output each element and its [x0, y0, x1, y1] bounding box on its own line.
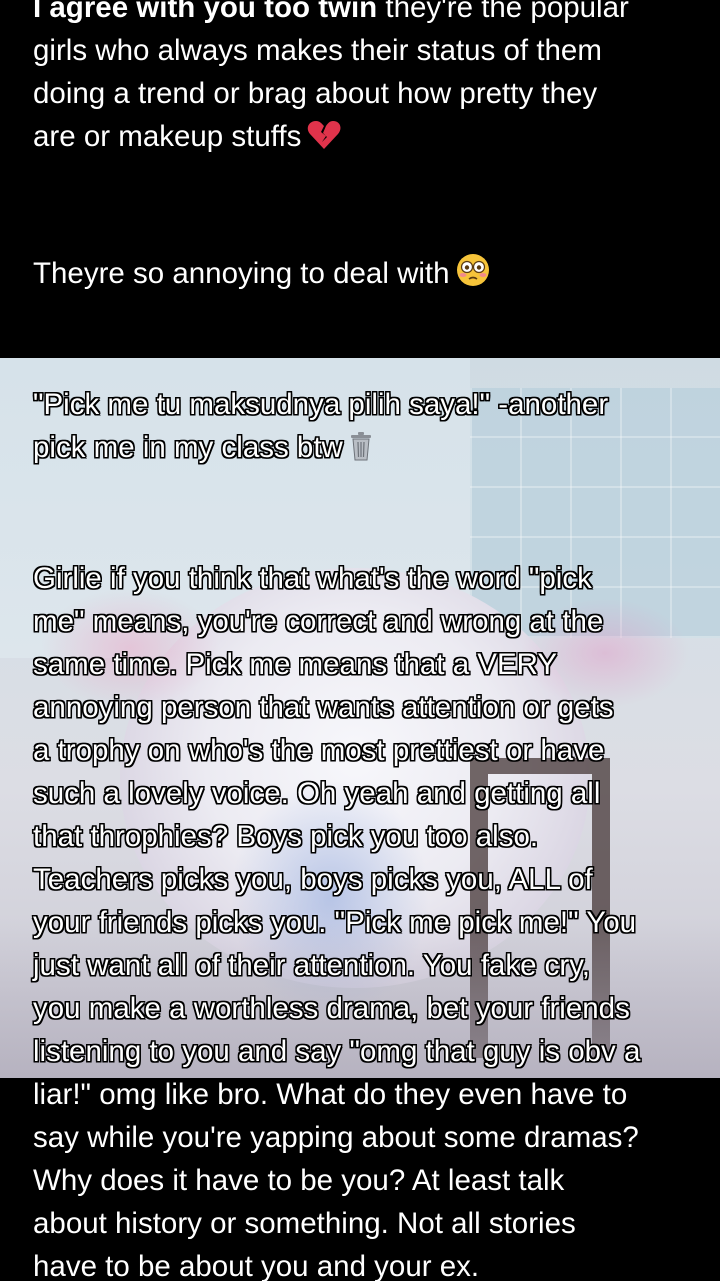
- paragraph-3: "Pick me tu maksudnya pilih saya!" -anot…: [33, 383, 693, 469]
- flushed-face-icon: [456, 253, 490, 299]
- line-text: are or makeup stuffs: [33, 120, 302, 153]
- paragraph-4-line-14: say while you're yapping about some dram…: [33, 1121, 639, 1154]
- paragraph-1-line-1: I agree with you too twin they're the po…: [33, 0, 693, 29]
- paragraph-4-line-10: just want all of their attention. You fa…: [33, 949, 590, 982]
- paragraph-4-line-4: annoying person that wants attention or …: [33, 691, 614, 724]
- paragraph-1-line-3: doing a trend or brag about how pretty t…: [33, 77, 598, 110]
- paragraph-1: I agree with you too twin they're the po…: [33, 0, 693, 158]
- paragraph-4-line-5: a trophy on who's the most prettiest or …: [33, 734, 605, 767]
- paragraph-4-line-11: you make a worthless drama, bet your fri…: [33, 992, 630, 1025]
- paragraph-4-line-16: about history or something. Not all stor…: [33, 1207, 576, 1240]
- broken-heart-icon: [307, 119, 341, 162]
- paragraph-4-line-12: listening to you and say "omg that guy i…: [33, 1035, 641, 1068]
- paragraph-4-line-8: Teachers picks you, boys picks you, ALL …: [33, 863, 593, 896]
- paragraph-2-line-1: Theyre so annoying to deal with: [33, 252, 693, 295]
- paragraph-3-line-2: pick me in my class btw: [33, 426, 693, 469]
- paragraph-4-line-1: Girlie if you think that what's the word…: [33, 562, 592, 595]
- paragraph-4-line-17: have to be about you and your ex.: [33, 1250, 480, 1281]
- trash-can-icon: [349, 430, 373, 473]
- paragraph-2: Theyre so annoying to deal with: [33, 252, 693, 295]
- bold-lead-text: I agree with you too twin: [33, 0, 378, 24]
- paragraph-4: Girlie if you think that what's the word…: [33, 557, 693, 1281]
- paragraph-4-line-13: liar!" omg like bro. What do they even h…: [33, 1078, 628, 1111]
- paragraph-4-line-3: same time. Pick me means that a VERY: [33, 648, 558, 681]
- paragraph-4-line-15: Why does it have to be you? At least tal…: [33, 1164, 565, 1197]
- paragraph-1-line-2: girls who always makes their status of t…: [33, 34, 602, 67]
- paragraph-4-line-6: such a lovely voice. Oh yeah and getting…: [33, 777, 601, 810]
- line-text: they're the popular: [377, 0, 629, 24]
- paragraph-4-line-7: that throphies? Boys pick you too also.: [33, 820, 539, 853]
- line-text: pick me in my class btw: [33, 431, 343, 464]
- paragraph-4-line-9: your friends picks you. "Pick me pick me…: [33, 906, 637, 939]
- paragraph-3-line-1: "Pick me tu maksudnya pilih saya!" -anot…: [33, 388, 609, 421]
- paragraph-1-line-4: are or makeup stuffs: [33, 115, 693, 158]
- paragraph-4-line-2: me" means, you're correct and wrong at t…: [33, 605, 604, 638]
- line-text: Theyre so annoying to deal with: [33, 257, 450, 290]
